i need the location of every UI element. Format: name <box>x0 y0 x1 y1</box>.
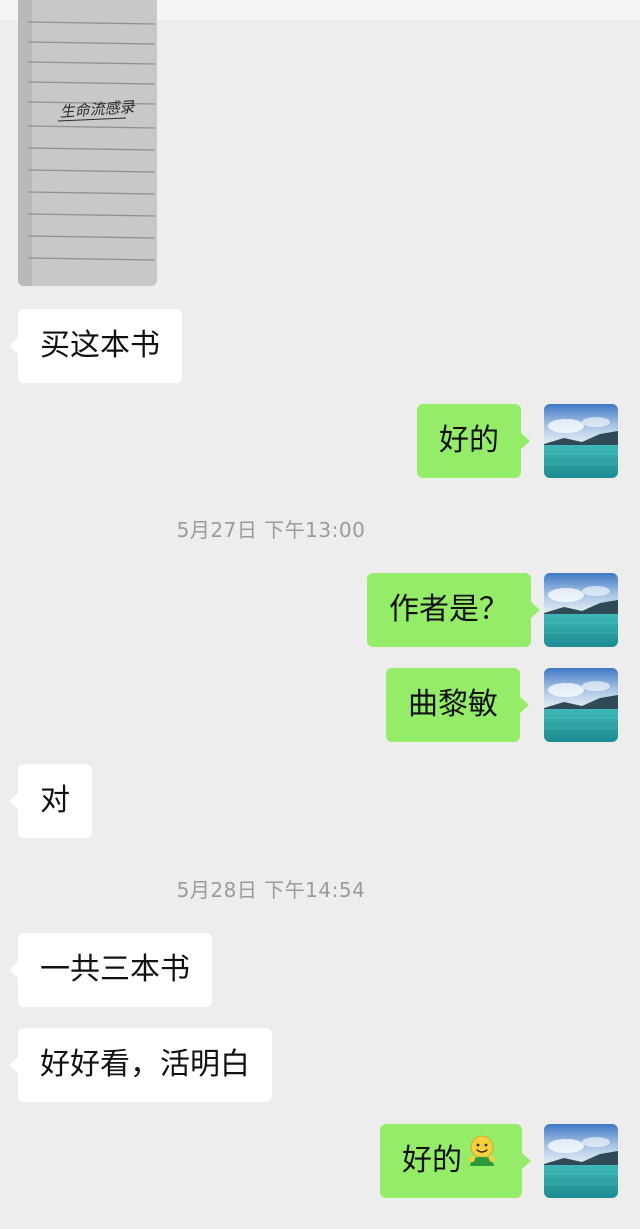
lake-landscape-avatar[interactable] <box>544 1124 618 1198</box>
incoming-message-bubble[interactable]: 买这本书 <box>9 309 182 383</box>
incoming-message-bubble[interactable]: 对 <box>9 764 92 838</box>
outgoing-message-bubble[interactable]: 好的 <box>417 404 530 478</box>
notebook-photo: 生命流感录 <box>18 0 157 286</box>
timestamp: 5月28日 下午14:54 <box>176 878 366 902</box>
message-text: 买这本书 <box>40 328 160 363</box>
message-text: 好好看，活明白 <box>40 1047 250 1082</box>
lake-landscape-avatar[interactable] <box>544 573 618 647</box>
timestamp: 5月27日 下午13:00 <box>176 518 366 542</box>
lake-landscape-avatar[interactable] <box>544 668 618 742</box>
message-text: 曲黎敏 <box>408 687 498 722</box>
outgoing-message-bubble[interactable]: 曲黎敏 <box>386 668 529 742</box>
outgoing-message-bubble[interactable]: 好的 <box>380 1122 531 1198</box>
message-text: 一共三本书 <box>40 952 190 987</box>
smiling-face-emoji-icon <box>464 1122 500 1196</box>
message-text: 好的 <box>402 1143 462 1178</box>
message-text: 好的 <box>439 423 499 458</box>
incoming-message-bubble[interactable]: 好好看，活明白 <box>9 1028 272 1102</box>
image-message-notebook[interactable]: 生命流感录 <box>18 0 157 286</box>
incoming-message-bubble[interactable]: 一共三本书 <box>9 933 212 1007</box>
lake-landscape-avatar[interactable] <box>544 404 618 478</box>
message-text: 作者是？ <box>389 592 509 627</box>
message-text: 对 <box>40 783 70 818</box>
outgoing-message-bubble[interactable]: 作者是？ <box>367 573 540 647</box>
